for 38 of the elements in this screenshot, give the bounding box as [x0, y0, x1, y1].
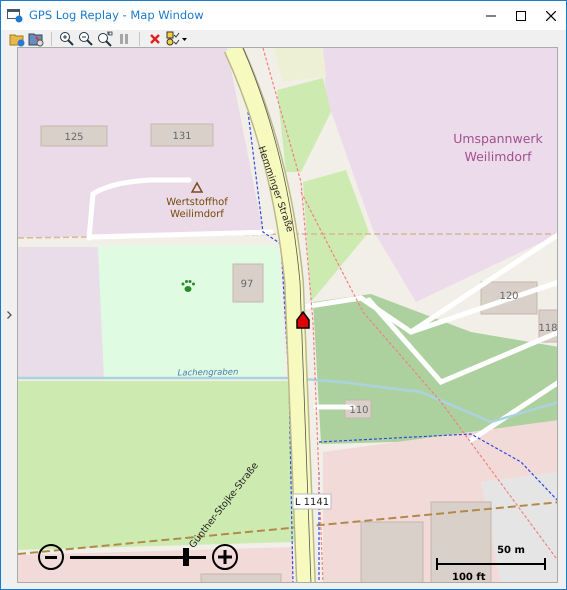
paw-icon: [182, 280, 195, 292]
folder-gear-button[interactable]: [28, 30, 44, 46]
scale-label: 100 ft: [452, 572, 486, 582]
folder-gear-icon: [28, 30, 44, 46]
building: [344, 400, 372, 418]
house-number-label: 97: [240, 279, 254, 290]
zoom-out-icon: [78, 30, 94, 46]
building: [360, 522, 424, 582]
meadow-area: [273, 48, 326, 82]
window-title: GPS Log Replay - Map Window: [29, 6, 204, 24]
place-label: Wertstoffhof Weilimdorf: [166, 197, 228, 220]
close-icon: [546, 10, 556, 20]
checklist-button[interactable]: [166, 30, 188, 46]
checklist-icon: [166, 30, 188, 46]
zoom-slider-thumb[interactable]: [183, 548, 190, 566]
zoom-in-icon: [59, 30, 75, 46]
minus-icon: [45, 556, 57, 558]
maximize-icon: [516, 10, 526, 20]
house-number-label: 131: [172, 131, 192, 142]
building: [150, 124, 214, 146]
building: [232, 264, 264, 302]
zoom-in-button[interactable]: [59, 30, 75, 46]
house-number-label: 125: [64, 132, 84, 143]
expand-panel-icon[interactable]: [6, 311, 12, 319]
building: [40, 126, 108, 146]
vehicle-marker-icon: [296, 310, 310, 329]
road-number-label: L 1141: [294, 497, 330, 508]
house-number-label: 110: [349, 405, 369, 416]
house-number-label: 118: [538, 323, 557, 334]
scale-label: 50 m: [497, 545, 525, 556]
plus-icon: [218, 550, 232, 564]
area-label: Umspannwerk Weilimdorf: [453, 131, 543, 164]
house-number-label: 120: [499, 291, 519, 302]
app-window-icon: [7, 8, 23, 22]
zoom-out-button[interactable]: [78, 30, 94, 46]
zoom-reset-button[interactable]: [97, 30, 113, 46]
water-label: Lachengraben: [178, 367, 238, 379]
zoom-out-button[interactable]: [38, 544, 64, 570]
